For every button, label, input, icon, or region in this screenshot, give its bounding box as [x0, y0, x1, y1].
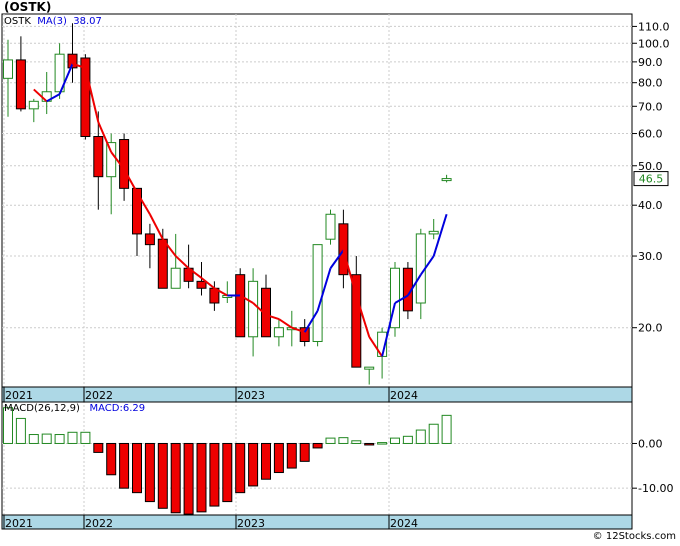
macd-bar — [54, 434, 65, 444]
x-tick-label: 2024 — [390, 517, 418, 530]
macd-bar — [209, 442, 220, 507]
macd-bar — [273, 442, 284, 474]
macd-legend: MACD(26,12,9) MACD:6.29 — [4, 403, 145, 414]
macd-bar — [286, 442, 297, 469]
macd-y-tick-label: -10.00 — [638, 482, 673, 495]
macd-bar — [248, 442, 259, 487]
macd-bar — [351, 440, 362, 444]
macd-bar — [338, 437, 349, 444]
last-price-label: 46.5 — [639, 173, 664, 186]
macd-bar — [377, 442, 388, 445]
ticker-label: OSTK — [4, 16, 31, 27]
candle — [338, 223, 349, 276]
macd-bar — [364, 442, 375, 446]
macd-bar — [261, 442, 271, 480]
candle — [157, 238, 168, 289]
macd-bar — [28, 434, 39, 444]
macd-bar — [170, 442, 181, 514]
x-tick-label: 2022 — [85, 389, 113, 402]
y-tick-label: 50.0 — [638, 160, 663, 173]
candle — [144, 233, 155, 246]
macd-bar — [428, 423, 439, 444]
x-tick-label: 2023 — [237, 389, 265, 402]
price-legend: OSTK MA(3) 38.07 — [4, 16, 102, 27]
candle — [3, 59, 13, 79]
ma-label: MA(3) — [37, 16, 67, 27]
macd-label: MACD(26,12,9) — [4, 403, 80, 414]
macd-y-tick-label: 0.00 — [638, 437, 663, 450]
candle — [273, 327, 284, 338]
candle — [132, 187, 142, 235]
macd-bar — [41, 433, 52, 444]
y-tick-label: 100.0 — [638, 37, 670, 50]
candle — [196, 280, 207, 289]
y-tick-label: 20.0 — [638, 322, 663, 335]
x-tick-label: 2023 — [237, 517, 265, 530]
macd-bar — [312, 442, 323, 449]
macd-bar — [132, 442, 142, 494]
x-tick-label: 2021 — [5, 517, 33, 530]
macd-bar — [299, 442, 310, 462]
macd-bar — [196, 442, 207, 513]
macd-bar — [119, 442, 130, 489]
x-tick-label: 2022 — [85, 517, 113, 530]
candle — [312, 244, 323, 342]
macd-bar — [67, 431, 78, 444]
macd-bar — [325, 437, 336, 444]
candle — [441, 178, 452, 182]
macd-bar — [402, 435, 413, 444]
chart-title: (OSTK) — [4, 0, 52, 14]
credit-text: © 12Stocks.com — [592, 531, 676, 542]
macd-bar — [93, 442, 104, 453]
chart-stage: 2021 2021 2022 2022 2023 2023 2024 2024 110.0 100… — [0, 0, 680, 546]
macd-bar — [144, 442, 155, 503]
y-tick-label: 80.0 — [638, 77, 663, 90]
x-tick-label: 2021 — [5, 389, 33, 402]
macd-bar — [157, 442, 168, 509]
candle — [15, 59, 26, 110]
candle — [235, 274, 246, 338]
x-tick-label: 2024 — [390, 389, 418, 402]
candle — [351, 274, 362, 368]
candle — [28, 100, 39, 110]
candle — [428, 230, 439, 235]
macd-bar — [106, 442, 117, 476]
macd-bar — [183, 442, 194, 515]
y-tick-label: 30.0 — [638, 250, 663, 263]
y-tick-label: 110.0 — [638, 20, 670, 33]
candle — [170, 267, 181, 289]
stock-chart: 2021 2021 2022 2022 2023 2023 2024 2024 110.0 100… — [1, 13, 673, 530]
macd-bar — [235, 442, 246, 494]
macd-bar — [441, 414, 452, 444]
candle — [325, 213, 336, 240]
ma-value: 38.07 — [73, 16, 102, 27]
candle — [248, 280, 259, 338]
macd-panel-frame — [1, 400, 633, 516]
candle — [299, 327, 310, 342]
macd-bar — [222, 442, 233, 503]
macd-bar — [415, 429, 426, 444]
macd-bar — [390, 437, 400, 444]
y-tick-label: 40.0 — [638, 199, 663, 212]
macd-bar — [80, 431, 91, 444]
y-tick-label: 60.0 — [638, 128, 663, 141]
macd-value: MACD:6.29 — [89, 403, 146, 414]
macd-bar — [15, 417, 26, 444]
y-tick-label: 70.0 — [638, 100, 663, 113]
y-tick-label: 90.0 — [638, 56, 663, 69]
candle — [93, 136, 104, 178]
candle — [106, 142, 117, 178]
candle — [364, 366, 375, 370]
